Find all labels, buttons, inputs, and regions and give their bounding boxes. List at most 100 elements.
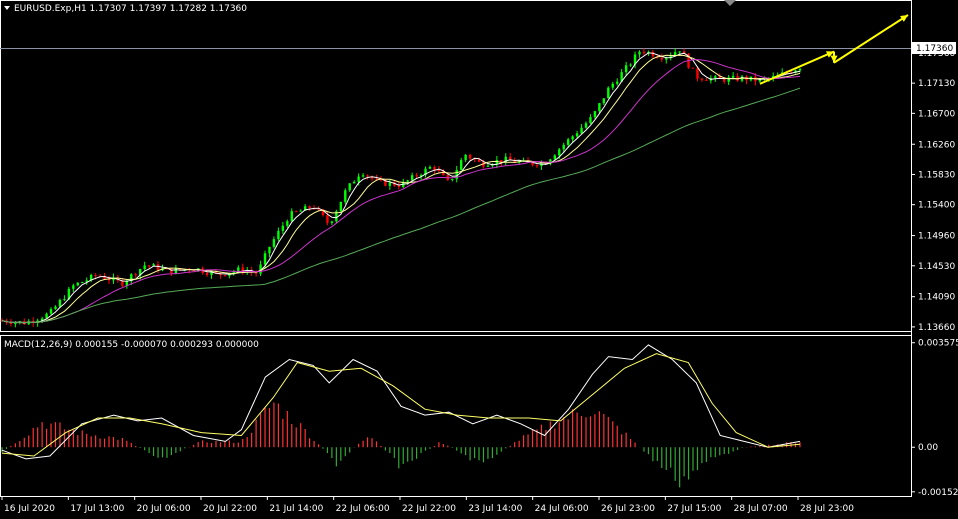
price-tick-label: 1.14530	[918, 262, 955, 272]
candle-body	[798, 69, 802, 71]
candle-body	[598, 103, 601, 112]
macd-tick-label: 0.00	[918, 443, 938, 453]
candle-body	[580, 127, 583, 134]
candle-body	[63, 299, 66, 301]
time-tick-label: 16 Jul 2020	[4, 504, 55, 514]
price-tick-label: 1.13660	[918, 323, 955, 333]
candle-body	[290, 211, 293, 222]
candle-body	[571, 136, 574, 140]
candle-body	[651, 51, 655, 57]
candle-body	[593, 111, 597, 118]
price-tick-label: 1.16260	[918, 140, 955, 150]
candle-body	[272, 239, 276, 247]
candle-body	[54, 306, 57, 310]
time-tick-label: 26 Jul 23:00	[601, 504, 655, 514]
candle-body	[629, 64, 632, 66]
candle-body	[76, 282, 79, 286]
candle-body	[696, 68, 699, 79]
candle-body	[286, 221, 289, 226]
candle-body	[437, 169, 441, 171]
price-axis-ticks: 1.175601.171301.167001.162601.158301.154…	[911, 49, 955, 333]
candle-body	[428, 167, 432, 169]
candle-body	[691, 67, 695, 69]
candle-body	[357, 176, 360, 182]
candle-body	[81, 282, 84, 284]
candle-body	[602, 98, 606, 104]
candle-body	[553, 155, 557, 160]
candle-body	[673, 52, 677, 56]
price-tick-label: 1.17130	[918, 79, 955, 89]
time-tick-label: 28 Jul 23:00	[800, 504, 854, 514]
ma-long-line	[1, 87, 801, 324]
candle-body	[299, 210, 302, 212]
candle-body	[406, 180, 409, 182]
trading-chart: 1.175601.171301.167001.162601.158301.154…	[0, 0, 958, 514]
candle-body	[678, 51, 681, 53]
candle-body	[366, 175, 369, 177]
scroll-marker-icon[interactable]	[724, 0, 736, 6]
candle-body	[134, 274, 137, 276]
symbol-dropdown-icon[interactable]	[4, 6, 10, 10]
candle-body	[147, 265, 151, 267]
time-tick-label: 20 Jul 06:00	[137, 504, 191, 514]
candle-body	[344, 190, 347, 202]
candle-body	[49, 309, 53, 314]
price-tick-label: 1.15830	[918, 170, 955, 180]
candle-body	[700, 78, 704, 80]
candle-body	[705, 79, 708, 81]
candle-body	[94, 274, 97, 276]
time-tick-label: 28 Jul 07:00	[734, 504, 788, 514]
candle-body	[352, 181, 356, 184]
price-tick-label: 1.15400	[918, 201, 955, 211]
macd-tick-label: -0.001525	[918, 488, 958, 498]
time-tick-label: 21 Jul 14:00	[269, 504, 323, 514]
candle-body	[295, 211, 298, 213]
time-tick-label: 23 Jul 14:00	[468, 504, 522, 514]
candle-body	[330, 221, 334, 223]
candle-body	[268, 246, 271, 254]
candle-body	[263, 253, 267, 265]
candle-body	[339, 201, 343, 212]
candle-body	[607, 87, 610, 99]
candle-body	[468, 154, 472, 159]
macd-tick-label: 0.003575	[918, 339, 958, 349]
candle-body	[611, 83, 614, 88]
candle-body	[464, 154, 467, 161]
time-tick-label: 24 Jul 06:00	[535, 504, 589, 514]
candle-body	[410, 175, 414, 181]
candle-body	[589, 117, 592, 124]
candle-body	[477, 159, 481, 162]
forecast-arrow-segment	[833, 14, 909, 64]
candle-body	[562, 144, 565, 150]
macd-header: MACD(12,26,9) 0.000155 -0.000070 0.00029…	[4, 340, 259, 350]
price-tick-label: 1.14960	[918, 232, 955, 242]
macd-signal-line	[1, 353, 801, 457]
candle-body	[624, 65, 628, 73]
candle-body	[152, 264, 155, 266]
candle-body	[535, 165, 539, 167]
candle-body	[642, 51, 646, 54]
candle-body	[575, 133, 579, 137]
macd-lines-layer	[1, 344, 801, 460]
candles-layer	[0, 48, 802, 328]
time-tick-label: 22 Jul 22:00	[402, 504, 456, 514]
macd-histogram-layer	[1, 402, 801, 488]
candle-body	[388, 182, 392, 186]
candle-body	[731, 75, 735, 78]
forecast-arrow-segment	[759, 50, 835, 85]
candle-body	[308, 206, 311, 209]
candle-body	[566, 139, 570, 145]
candle-body	[397, 185, 400, 187]
forecast-arrows-layer	[759, 14, 909, 85]
candle-body	[277, 230, 280, 240]
candle-body	[451, 178, 454, 180]
time-tick-label: 20 Jul 22:00	[203, 504, 257, 514]
price-tick-label: 1.16700	[918, 109, 955, 119]
candle-body	[348, 183, 351, 191]
current-price-label: 1.17360	[916, 44, 953, 54]
candle-body	[223, 275, 227, 277]
candle-body	[156, 264, 160, 271]
macd-main-line	[1, 344, 801, 460]
candle-body	[415, 175, 418, 177]
time-tick-label: 17 Jul 13:00	[70, 504, 124, 514]
